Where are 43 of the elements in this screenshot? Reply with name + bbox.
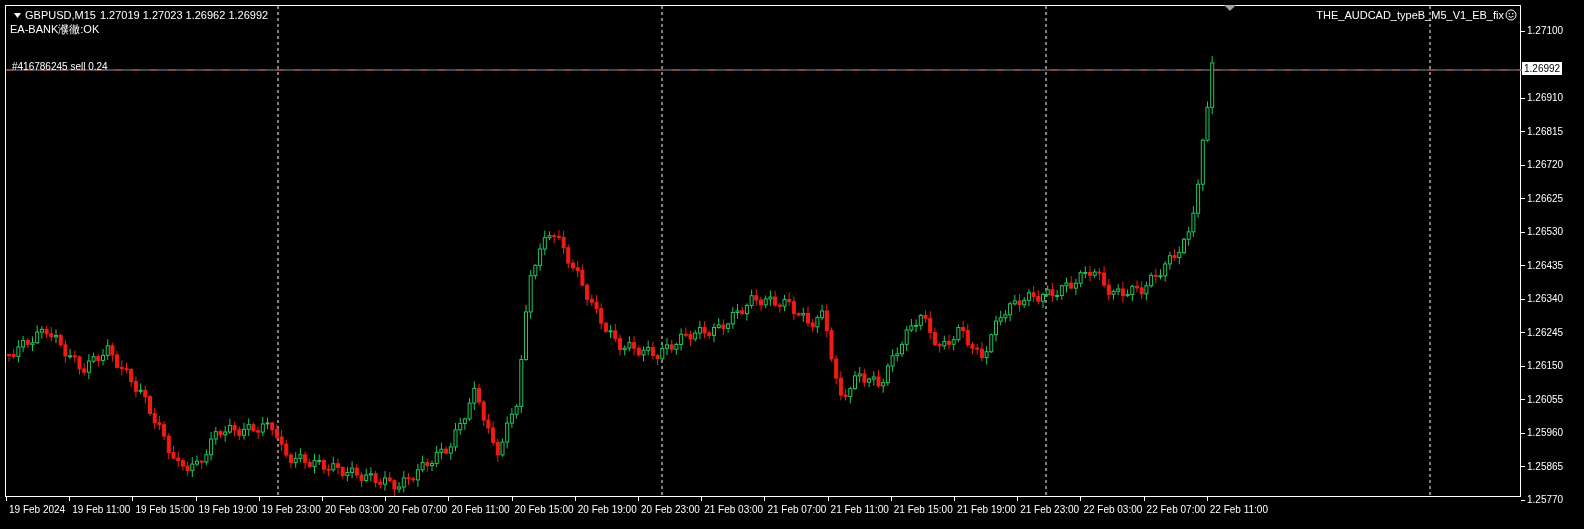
time-label: 19 Feb 19:00 (198, 503, 258, 517)
dropdown-icon[interactable] (14, 12, 21, 18)
time-label: 19 Feb 15:00 (135, 503, 195, 517)
price-label: 1.26435 (1527, 258, 1564, 273)
order-label: #416786245 sell 0.24 (12, 60, 108, 74)
price-label: 1.26625 (1527, 191, 1564, 206)
time-label: 20 Feb 15:00 (514, 503, 574, 517)
time-label: 22 Feb 07:00 (1146, 503, 1206, 517)
price-label: 1.25960 (1527, 426, 1564, 440)
time-label: 19 Feb 2024 (9, 503, 66, 517)
time-label: 19 Feb 23:00 (261, 503, 321, 517)
price-label: 1.26340 (1527, 292, 1564, 306)
price-label: 1.26055 (1527, 392, 1564, 407)
price-label: 1.26815 (1527, 124, 1564, 139)
shift-marker-icon[interactable] (1224, 5, 1236, 11)
time-label: 20 Feb 11:00 (451, 503, 510, 517)
time-label: 19 Feb 11:00 (72, 503, 131, 517)
time-label: 21 Feb 07:00 (767, 503, 827, 517)
time-label: 21 Feb 23:00 (1020, 503, 1080, 517)
time-label: 21 Feb 11:00 (830, 503, 889, 517)
time-label: 20 Feb 23:00 (641, 503, 700, 517)
price-label: 1.25865 (1527, 459, 1564, 474)
time-label: 22 Feb 11:00 (1209, 503, 1268, 517)
price-label: 1.26530 (1527, 225, 1564, 239)
time-label: 21 Feb 15:00 (893, 503, 953, 517)
current-price-label: 1.26992 (1522, 62, 1563, 75)
time-label: 21 Feb 19:00 (957, 503, 1016, 517)
price-label: 1.26720 (1527, 158, 1564, 172)
price-label: 1.27100 (1527, 24, 1564, 38)
status-text: EA-BANK濮徹:OK (10, 22, 100, 37)
time-label: 22 Feb 03:00 (1083, 503, 1143, 517)
time-label: 20 Feb 19:00 (577, 503, 637, 517)
time-label: 20 Feb 03:00 (325, 503, 384, 517)
expert-name: THE_AUDCAD_typeB_M5_V1_EB_fix (1316, 8, 1504, 23)
ohlc-values: 1.27019 1.27023 1.26962 1.26992 (99, 8, 269, 23)
price-label: 1.26245 (1527, 325, 1564, 340)
smiley-icon[interactable] (1505, 9, 1517, 22)
time-label: 20 Feb 07:00 (388, 503, 448, 517)
time-label: 21 Feb 03:00 (704, 503, 764, 517)
price-label: 1.25770 (1527, 493, 1564, 507)
price-label: 1.26150 (1527, 359, 1564, 373)
price-label: 1.26910 (1527, 91, 1564, 105)
symbol-label: GBPUSD,M15 (25, 8, 96, 23)
